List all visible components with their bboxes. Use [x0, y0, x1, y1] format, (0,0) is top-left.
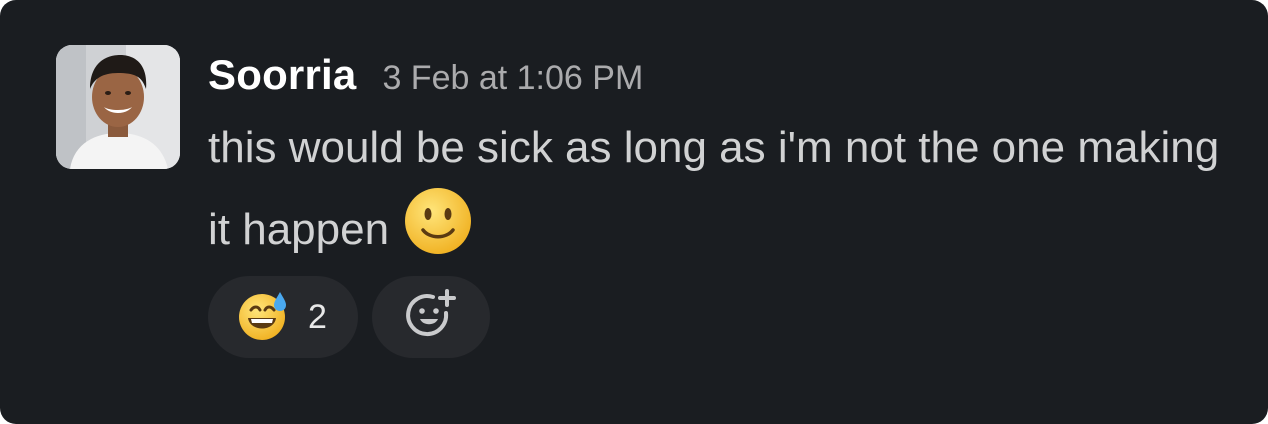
add-reaction-button[interactable]	[372, 276, 490, 358]
reaction-count: 2	[308, 297, 327, 336]
message-body: Soorria 3 Feb at 1:06 PM this would be s…	[208, 44, 1228, 280]
message-text-block: this would be sick as long as i'm not th…	[208, 110, 1228, 280]
avatar-photo	[56, 45, 180, 169]
reactions-bar: 2	[208, 276, 490, 358]
message-card: Soorria 3 Feb at 1:06 PM this would be s…	[0, 0, 1268, 424]
slightly-smiling-face-icon	[403, 186, 473, 280]
message-timestamp[interactable]: 3 Feb at 1:06 PM	[382, 47, 643, 109]
message-text: this would be sick as long as i'm not th…	[208, 123, 1220, 254]
message-header: Soorria 3 Feb at 1:06 PM	[208, 44, 1228, 106]
reaction-pill[interactable]: 2	[208, 276, 358, 358]
grinning-face-with-sweat-icon	[236, 288, 290, 347]
author-name[interactable]: Soorria	[208, 44, 356, 106]
avatar[interactable]	[56, 45, 180, 169]
add-reaction-icon	[403, 287, 459, 348]
